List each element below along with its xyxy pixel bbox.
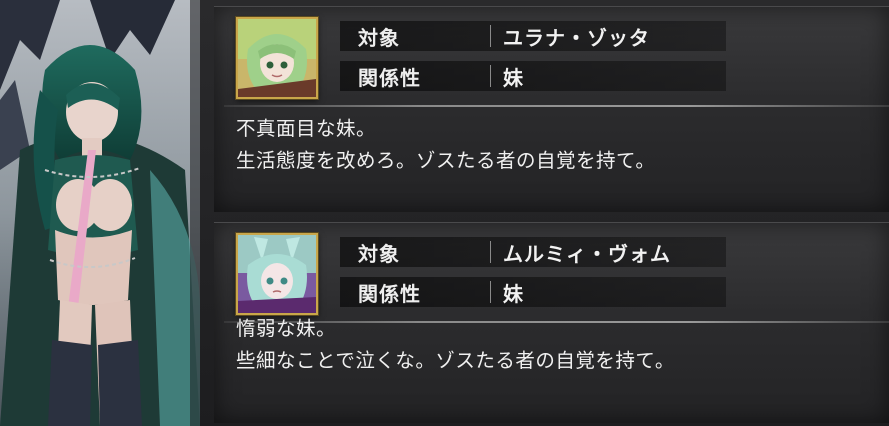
row-separator: [490, 281, 491, 303]
relation-label: 関係性: [358, 65, 421, 90]
character-portrait-mulmi-icon: [238, 235, 316, 313]
row-separator: [490, 25, 491, 47]
description-line: 惰弱な妹。: [236, 317, 337, 340]
target-label: 対象: [358, 241, 400, 266]
relation-row: 関係性 妹: [340, 277, 726, 307]
row-separator: [490, 241, 491, 263]
row-separator: [490, 65, 491, 87]
description-line: 些細なことで泣くな。ゾスたる者の自覚を持て。: [236, 349, 675, 372]
character-avatar: [236, 233, 318, 315]
description-line: 不真面目な妹。: [236, 117, 377, 140]
relation-label: 関係性: [358, 281, 421, 306]
card-divider: [224, 105, 889, 107]
relation-value: 妹: [503, 281, 524, 306]
character-portrait: [0, 0, 200, 426]
target-row: 対象 ムルミィ・ヴォム: [340, 237, 726, 267]
target-row: 対象 ユラナ・ゾッタ: [340, 21, 726, 51]
target-value: ムルミィ・ヴォム: [503, 241, 671, 266]
relationship-screen: 対象 ユラナ・ゾッタ 関係性 妹 不真面目な妹。 生活態度を改めろ。ゾスたる者の…: [0, 0, 889, 426]
target-label: 対象: [358, 25, 400, 50]
description-line: 生活態度を改めろ。ゾスたる者の自覚を持て。: [236, 149, 656, 172]
relation-list: 対象 ユラナ・ゾッタ 関係性 妹 不真面目な妹。 生活態度を改めろ。ゾスたる者の…: [214, 0, 889, 426]
relation-card[interactable]: 対象 ムルミィ・ヴォム 関係性 妹 惰弱な妹。 些細なことで泣くな。ゾスたる者の…: [214, 222, 889, 423]
relation-row: 関係性 妹: [340, 61, 726, 91]
character-avatar: [236, 17, 318, 99]
character-portrait-yurana-icon: [238, 19, 316, 97]
relation-card[interactable]: 対象 ユラナ・ゾッタ 関係性 妹 不真面目な妹。 生活態度を改めろ。ゾスたる者の…: [214, 6, 889, 212]
relation-description: 不真面目な妹。 生活態度を改めろ。ゾスたる者の自覚を持て。: [236, 113, 869, 177]
target-value: ユラナ・ゾッタ: [503, 25, 650, 50]
relation-description: 惰弱な妹。 些細なことで泣くな。ゾスたる者の自覚を持て。: [236, 313, 869, 377]
relation-value: 妹: [503, 65, 524, 90]
